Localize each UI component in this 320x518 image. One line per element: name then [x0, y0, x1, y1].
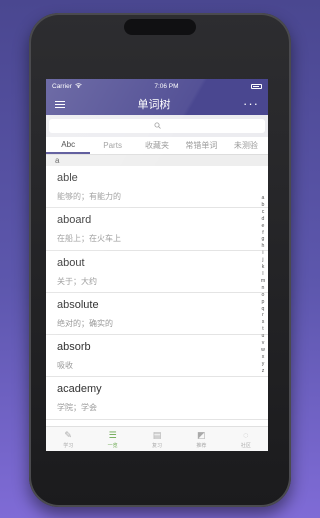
tabbar-item-recommend[interactable]: ◩ 推荐	[179, 427, 223, 451]
list-item[interactable]: aboard 在船上；在火车上	[46, 208, 268, 251]
chat-icon: ◌	[243, 429, 249, 440]
word-list: able 能够的；有能力的 aboard 在船上；在火车上 about 关于；大…	[46, 166, 268, 420]
tabbar-label: 复习	[152, 442, 163, 449]
app-screen: Carrier 7:06 PM 单词树 ··· Abc Parts 收藏夹 常错…	[46, 79, 268, 451]
tab-abc[interactable]: Abc	[46, 137, 91, 154]
word-meaning: 关于；大约	[57, 276, 97, 286]
list-item[interactable]: able 能够的；有能力的	[46, 166, 268, 209]
alphabet-index-letter[interactable]: o	[262, 292, 265, 299]
search-input[interactable]	[49, 119, 265, 133]
search-area	[46, 115, 268, 137]
carrier-label: Carrier	[52, 82, 72, 90]
book-icon: ▤	[152, 429, 162, 440]
thumb-icon: ◩	[197, 429, 206, 440]
tabbar-item-community[interactable]: ◌ 社区	[224, 427, 268, 451]
alphabet-index-letter[interactable]: r	[262, 312, 264, 319]
segment-tabs: Abc Parts 收藏夹 常错单词 未测验	[46, 137, 268, 155]
pencil-icon: ✎	[64, 429, 72, 440]
alphabet-index-letter[interactable]: m	[261, 278, 265, 285]
alphabet-index-letter[interactable]: b	[262, 202, 265, 209]
word-text: absolute	[57, 298, 99, 311]
word-meaning: 能够的；有能力的	[57, 192, 121, 201]
menu-icon[interactable]	[55, 100, 65, 108]
word-text: able	[57, 172, 78, 184]
alphabet-index-letter[interactable]: u	[262, 333, 265, 340]
alphabet-index-letter[interactable]: x	[262, 354, 265, 361]
tabbar-item-study[interactable]: ✎ 学习	[46, 427, 90, 451]
alphabet-index-letter[interactable]: v	[262, 340, 265, 347]
wifi-icon	[75, 82, 82, 90]
alphabet-index-letter[interactable]: k	[262, 264, 265, 271]
word-text: academy	[57, 383, 102, 396]
tabbar-item-review[interactable]: ▤ 复习	[135, 427, 179, 451]
alphabet-index-letter[interactable]: s	[262, 319, 265, 326]
tabbar-item-overview[interactable]: ☰ 一览	[90, 427, 134, 451]
alphabet-index-letter[interactable]: n	[262, 285, 265, 292]
list-item[interactable]: absolute 绝对的；确实的	[46, 293, 268, 336]
tabbar-label: 学习	[63, 442, 74, 449]
list-icon: ☰	[108, 429, 117, 440]
page-title: 单词树	[137, 99, 171, 111]
tabbar-label: 一览	[107, 442, 118, 449]
word-meaning: 学院；学会	[57, 403, 97, 413]
alphabet-index-letter[interactable]: h	[262, 243, 265, 250]
word-meaning: 绝对的；确实的	[57, 318, 113, 328]
alphabet-index-letter[interactable]: c	[262, 209, 265, 216]
alphabet-index-letter[interactable]: f	[262, 230, 263, 237]
list-item[interactable]: absorb 吸收	[46, 335, 268, 378]
battery-icon	[251, 83, 262, 89]
word-text: aboard	[57, 214, 92, 227]
alphabet-index-letter[interactable]: j	[262, 257, 263, 264]
alphabet-index-letter[interactable]: d	[262, 216, 265, 223]
alphabet-index-letter[interactable]: i	[262, 250, 263, 257]
tab-parts[interactable]: Parts	[90, 137, 134, 154]
alphabet-index-letter[interactable]: z	[262, 368, 265, 375]
tab-frequent-mistakes[interactable]: 常错单词	[179, 137, 223, 154]
tabbar-label: 社区	[240, 442, 251, 449]
tabbar-label: 推荐	[196, 442, 207, 449]
search-icon	[154, 122, 161, 131]
alphabet-index-letter[interactable]: y	[262, 361, 265, 368]
list-item[interactable]: academy 学院；学会	[46, 377, 268, 420]
list-item[interactable]: about 关于；大约	[46, 251, 268, 293]
alphabet-index-letter[interactable]: g	[262, 236, 265, 243]
alphabet-index-letter[interactable]: t	[262, 326, 263, 333]
more-icon[interactable]: ···	[243, 97, 259, 110]
alphabet-index-letter[interactable]: e	[262, 223, 265, 230]
nav-bar: 单词树 ···	[46, 93, 268, 115]
alphabet-index[interactable]: abcdefghijklmnopqrstuvwxyz	[259, 195, 267, 375]
page-background: { "status_bar": { "carrier": "Carrier", …	[0, 0, 319, 518]
alphabet-index-letter[interactable]: a	[262, 195, 265, 202]
bottom-tab-bar: ✎ 学习 ☰ 一览 ▤ 复习 ◩ 推荐 ◌ 社区	[46, 426, 268, 451]
word-text: about	[57, 256, 85, 269]
word-meaning: 吸收	[57, 361, 73, 371]
word-text: absorb	[57, 341, 91, 354]
section-header: a	[46, 155, 268, 166]
tab-favorites[interactable]: 收藏夹	[135, 137, 179, 154]
phone-speaker	[124, 19, 196, 35]
alphabet-index-letter[interactable]: w	[261, 347, 265, 354]
word-meaning: 在船上；在火车上	[57, 234, 121, 244]
alphabet-index-letter[interactable]: l	[262, 271, 263, 278]
status-bar: Carrier 7:06 PM	[46, 79, 268, 93]
alphabet-index-letter[interactable]: q	[262, 306, 265, 313]
alphabet-index-letter[interactable]: p	[262, 299, 265, 306]
tab-untested[interactable]: 未测验	[224, 137, 268, 154]
status-time: 7:06 PM	[154, 82, 179, 90]
